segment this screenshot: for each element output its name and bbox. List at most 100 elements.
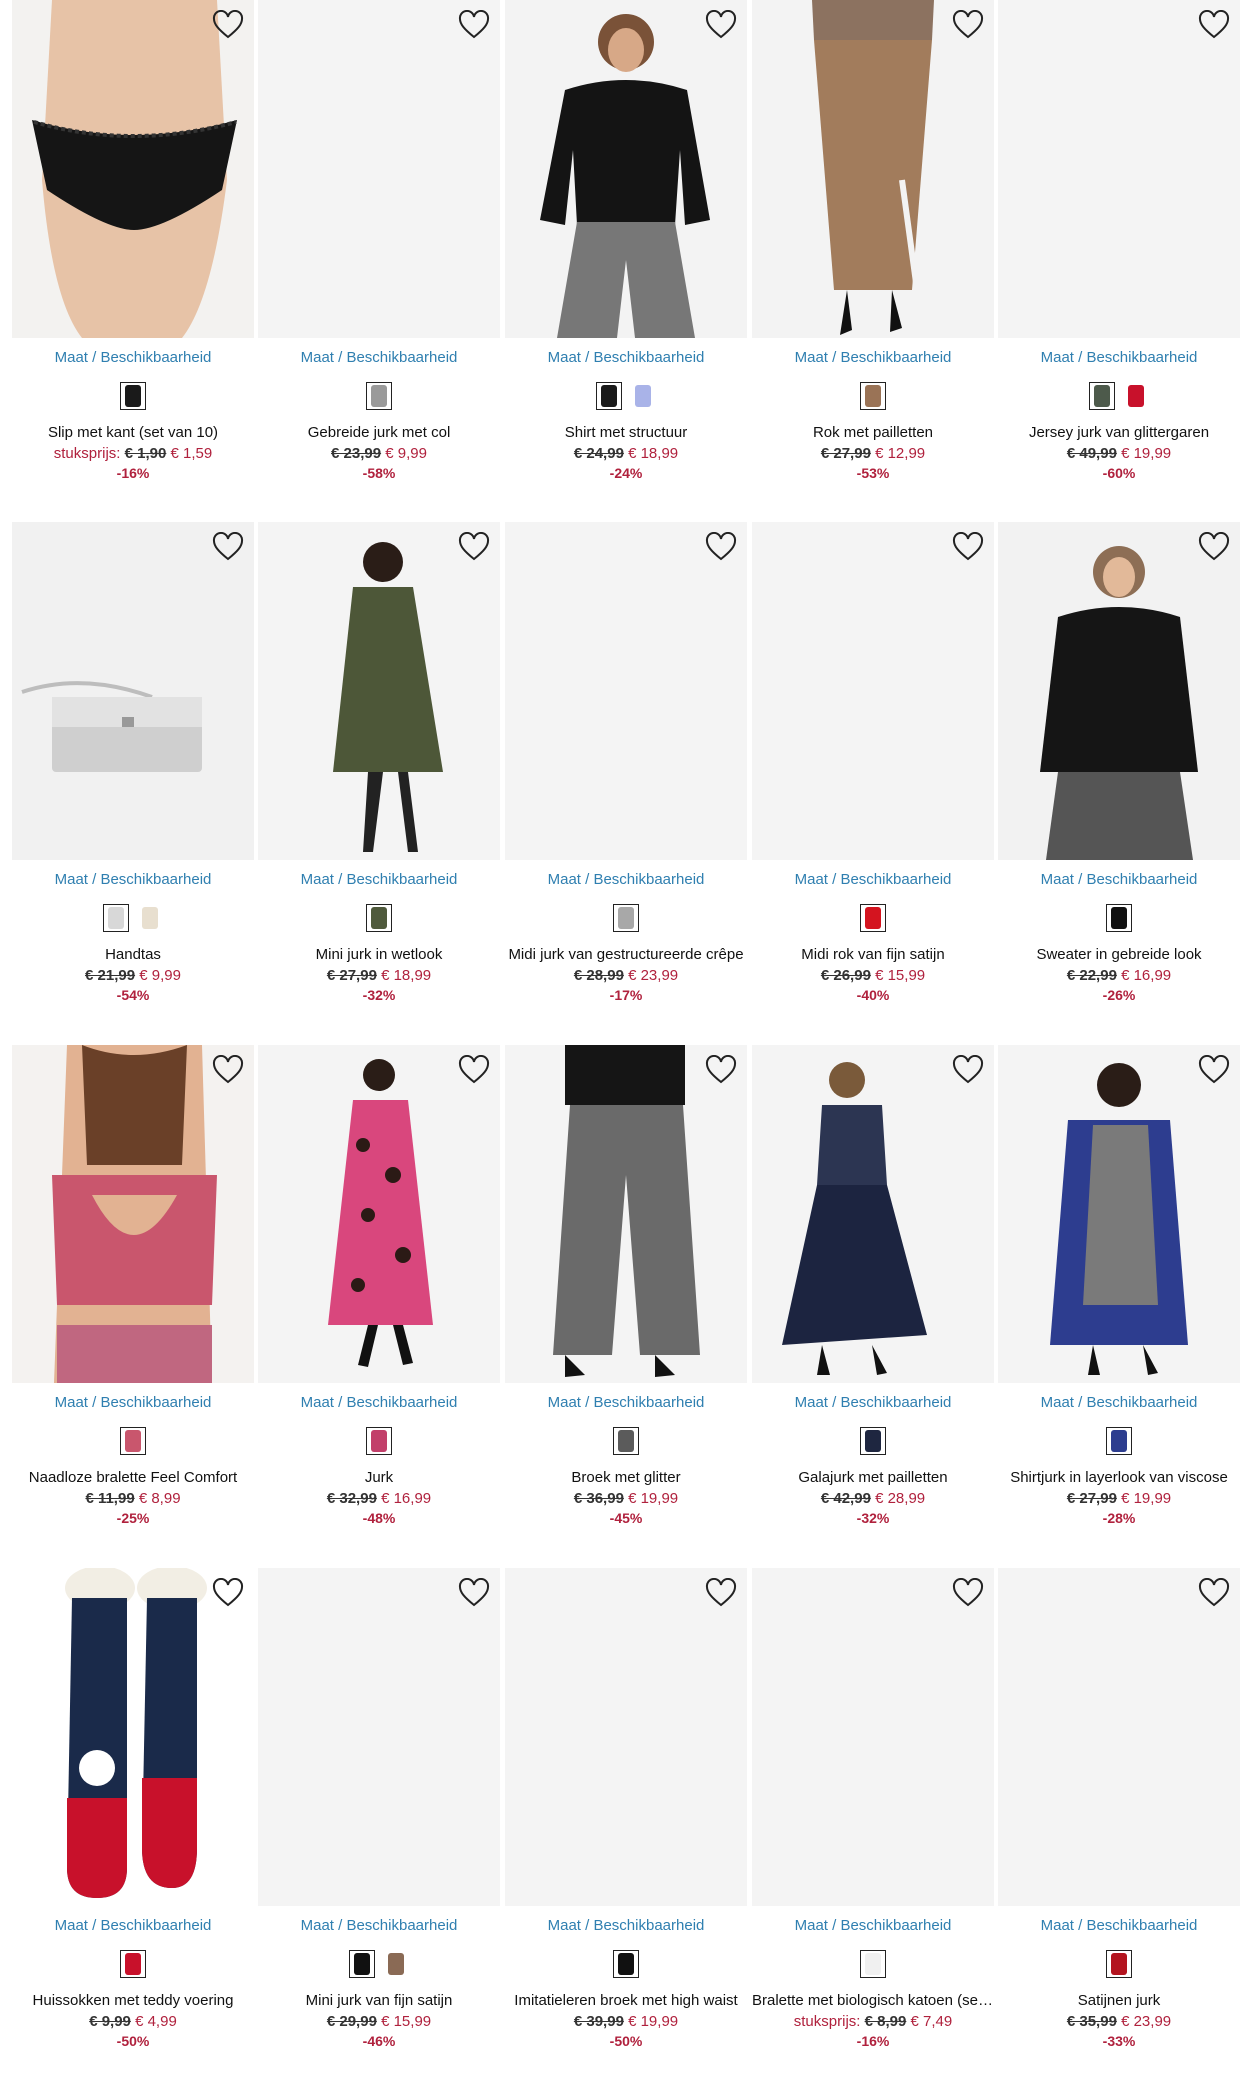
product-card[interactable]: Maat / Beschikbaarheid Shirt met structu… (505, 0, 747, 500)
product-name[interactable]: Mini jurk van fijn satijn (258, 1992, 500, 2009)
size-availability-link[interactable]: Maat / Beschikbaarheid (998, 349, 1240, 366)
product-name[interactable]: Midi rok van fijn satijn (752, 946, 994, 963)
size-availability-link[interactable]: Maat / Beschikbaarheid (752, 1917, 994, 1934)
size-availability-link[interactable]: Maat / Beschikbaarheid (752, 871, 994, 888)
size-availability-link[interactable]: Maat / Beschikbaarheid (998, 1394, 1240, 1411)
size-availability-link[interactable]: Maat / Beschikbaarheid (505, 1917, 747, 1934)
product-card[interactable]: Maat / Beschikbaarheid Midi jurk van ges… (505, 522, 747, 1022)
size-availability-link[interactable]: Maat / Beschikbaarheid (258, 349, 500, 366)
product-card[interactable]: Maat / Beschikbaarheid Imitatieleren bro… (505, 1568, 747, 2068)
color-swatch[interactable] (366, 1427, 392, 1455)
product-name[interactable]: Satijnen jurk (998, 1992, 1240, 2009)
product-name[interactable]: Broek met glitter (505, 1469, 747, 1486)
product-name[interactable]: Jurk (258, 1469, 500, 1486)
heart-icon[interactable] (952, 9, 984, 40)
product-image[interactable] (752, 1045, 994, 1383)
heart-icon[interactable] (212, 531, 244, 562)
product-card[interactable]: Maat / Beschikbaarheid Rok met paillette… (752, 0, 994, 500)
product-image[interactable] (752, 0, 994, 338)
heart-icon[interactable] (212, 1577, 244, 1608)
color-swatch[interactable] (860, 904, 886, 932)
product-image[interactable] (998, 1045, 1240, 1383)
product-name[interactable]: Jersey jurk van glittergaren (998, 424, 1240, 441)
color-swatch[interactable] (366, 382, 392, 410)
color-swatch[interactable] (120, 382, 146, 410)
size-availability-link[interactable]: Maat / Beschikbaarheid (998, 1917, 1240, 1934)
heart-icon[interactable] (212, 1054, 244, 1085)
size-availability-link[interactable]: Maat / Beschikbaarheid (258, 1917, 500, 1934)
product-card[interactable]: Maat / Beschikbaarheid Sweater in gebrei… (998, 522, 1240, 1022)
product-card[interactable]: Maat / Beschikbaarheid Huissokken met te… (12, 1568, 254, 2068)
color-swatch[interactable] (860, 1950, 886, 1978)
color-swatch[interactable] (1106, 1427, 1132, 1455)
product-image[interactable] (998, 522, 1240, 860)
color-swatch[interactable] (120, 1427, 146, 1455)
product-name[interactable]: Galajurk met pailletten (752, 1469, 994, 1486)
product-name[interactable]: Shirt met structuur (505, 424, 747, 441)
size-availability-link[interactable]: Maat / Beschikbaarheid (12, 871, 254, 888)
product-image[interactable] (998, 1568, 1240, 1906)
heart-icon[interactable] (1198, 1054, 1230, 1085)
heart-icon[interactable] (458, 1054, 490, 1085)
heart-icon[interactable] (952, 1577, 984, 1608)
product-name[interactable]: Gebreide jurk met col (258, 424, 500, 441)
heart-icon[interactable] (705, 1054, 737, 1085)
color-swatch[interactable] (103, 904, 129, 932)
size-availability-link[interactable]: Maat / Beschikbaarheid (752, 1394, 994, 1411)
heart-icon[interactable] (1198, 531, 1230, 562)
heart-icon[interactable] (952, 1054, 984, 1085)
product-card[interactable]: Maat / Beschikbaarheid Galajurk met pail… (752, 1045, 994, 1545)
product-image[interactable] (505, 0, 747, 338)
color-swatch[interactable] (596, 382, 622, 410)
color-swatch[interactable] (120, 1950, 146, 1978)
product-image[interactable] (505, 1568, 747, 1906)
color-swatch[interactable] (860, 382, 886, 410)
product-image[interactable] (258, 1045, 500, 1383)
product-card[interactable]: Maat / Beschikbaarheid Shirtjurk in laye… (998, 1045, 1240, 1545)
color-swatch[interactable] (1106, 1950, 1132, 1978)
size-availability-link[interactable]: Maat / Beschikbaarheid (258, 871, 500, 888)
product-name[interactable]: Bralette met biologisch katoen (set… (752, 1992, 994, 2009)
product-image[interactable] (12, 522, 254, 860)
heart-icon[interactable] (1198, 9, 1230, 40)
size-availability-link[interactable]: Maat / Beschikbaarheid (505, 349, 747, 366)
product-image[interactable] (998, 0, 1240, 338)
heart-icon[interactable] (952, 531, 984, 562)
color-swatch[interactable] (137, 904, 163, 932)
product-image[interactable] (12, 0, 254, 338)
product-card[interactable]: Maat / Beschikbaarheid Midi rok van fijn… (752, 522, 994, 1022)
product-card[interactable]: Maat / Beschikbaarheid Handtas € 21,99 €… (12, 522, 254, 1022)
product-name[interactable]: Imitatieleren broek met high waist (505, 1992, 747, 2009)
product-card[interactable]: Maat / Beschikbaarheid Satijnen jurk € 3… (998, 1568, 1240, 2068)
size-availability-link[interactable]: Maat / Beschikbaarheid (258, 1394, 500, 1411)
color-swatch[interactable] (366, 904, 392, 932)
product-name[interactable]: Naadloze bralette Feel Comfort (12, 1469, 254, 1486)
product-image[interactable] (12, 1045, 254, 1383)
product-image[interactable] (258, 1568, 500, 1906)
product-name[interactable]: Huissokken met teddy voering (12, 1992, 254, 2009)
product-name[interactable]: Mini jurk in wetlook (258, 946, 500, 963)
color-swatch[interactable] (860, 1427, 886, 1455)
product-card[interactable]: Maat / Beschikbaarheid Broek met glitter… (505, 1045, 747, 1545)
heart-icon[interactable] (705, 9, 737, 40)
heart-icon[interactable] (705, 531, 737, 562)
color-swatch[interactable] (613, 1427, 639, 1455)
product-card[interactable]: Maat / Beschikbaarheid Jurk € 32,99 € 16… (258, 1045, 500, 1545)
product-name[interactable]: Slip met kant (set van 10) (12, 424, 254, 441)
product-image[interactable] (752, 1568, 994, 1906)
product-card[interactable]: Maat / Beschikbaarheid Slip met kant (se… (12, 0, 254, 500)
size-availability-link[interactable]: Maat / Beschikbaarheid (12, 1394, 254, 1411)
product-card[interactable]: Maat / Beschikbaarheid Mini jurk in wetl… (258, 522, 500, 1022)
color-swatch[interactable] (1089, 382, 1115, 410)
color-swatch[interactable] (1106, 904, 1132, 932)
product-name[interactable]: Shirtjurk in layerlook van viscose (998, 1469, 1240, 1486)
color-swatch[interactable] (1123, 382, 1149, 410)
product-card[interactable]: Maat / Beschikbaarheid Jersey jurk van g… (998, 0, 1240, 500)
product-image[interactable] (505, 522, 747, 860)
product-name[interactable]: Handtas (12, 946, 254, 963)
color-swatch[interactable] (349, 1950, 375, 1978)
product-image[interactable] (258, 522, 500, 860)
product-image[interactable] (12, 1568, 254, 1906)
color-swatch[interactable] (383, 1950, 409, 1978)
color-swatch[interactable] (613, 1950, 639, 1978)
